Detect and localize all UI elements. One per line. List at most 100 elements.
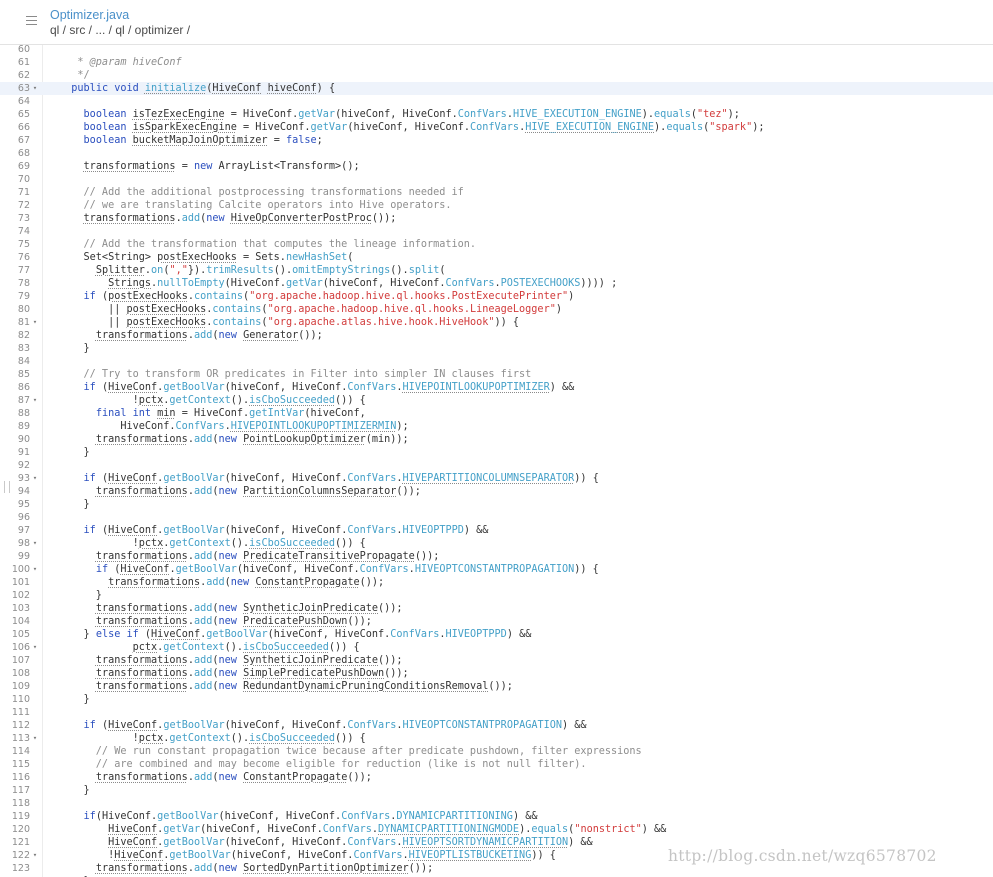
fold-arrow-icon[interactable]: ▾ [30, 82, 40, 95]
code-token: } [59, 785, 90, 796]
code-token: "org.apache.atlas.hive.hook.HiveHook" [267, 317, 495, 328]
code-token: HiveConf [108, 473, 158, 484]
code-line[interactable]: 79 if (postExecHooks.contains("org.apach… [0, 290, 993, 303]
code-line[interactable]: 114 // We run constant propagation twice… [0, 745, 993, 758]
code-editor[interactable]: 60 61 * @param hiveConf 62 */63 ▾ public vo… [0, 45, 993, 877]
code-line[interactable]: 70 [0, 173, 993, 186]
code-line[interactable]: 119 if(HiveConf.getBoolVar(hiveConf, Hiv… [0, 810, 993, 823]
code-line[interactable]: 73 transformations.add(new HiveOpConvert… [0, 212, 993, 225]
code-line[interactable]: 71 // Add the additional postprocessing … [0, 186, 993, 199]
code-token: if [83, 811, 96, 822]
code-line[interactable]: 94 transformations.add(new PartitionColu… [0, 485, 993, 498]
code-token: else if [95, 629, 145, 640]
code-line[interactable]: 104 transformations.add(new PredicatePus… [0, 615, 993, 628]
code-line[interactable]: 93 ▾ if (HiveConf.getBoolVar(hiveConf, Hi… [0, 472, 993, 485]
code-line[interactable]: 91 } [0, 446, 993, 459]
code-line[interactable]: 109 transformations.add(new RedundantDyn… [0, 680, 993, 693]
code-line[interactable]: 66 boolean isSparkExecEngine = HiveConf.… [0, 121, 993, 134]
code-line[interactable]: 78 Strings.nullToEmpty(HiveConf.getVar(h… [0, 277, 993, 290]
fold-arrow-icon[interactable]: ▾ [30, 641, 40, 654]
file-title[interactable]: Optimizer.java [50, 8, 129, 22]
code-line[interactable]: 68 [0, 147, 993, 160]
code-line[interactable]: 106 ▾ pctx.getContext().isCboSucceeded())… [0, 641, 993, 654]
code-line[interactable]: 98 ▾ !pctx.getContext().isCboSucceeded())… [0, 537, 993, 550]
code-line[interactable]: 69 transformations = new ArrayList<Trans… [0, 160, 993, 173]
code-line[interactable]: 76 Set<String> postExecHooks = Sets.newH… [0, 251, 993, 264]
code-token: ()) { [328, 642, 360, 653]
code-line[interactable]: 111 [0, 706, 993, 719]
fold-arrow-icon[interactable]: ▾ [30, 537, 40, 550]
code-line[interactable]: 99 transformations.add(new PredicateTran… [0, 550, 993, 563]
line-number: 65 [17, 109, 30, 120]
code-line[interactable]: 112 if (HiveConf.getBoolVar(hiveConf, Hi… [0, 719, 993, 732]
code-line[interactable]: 77 Splitter.on(","}).trimResults().omitE… [0, 264, 993, 277]
breadcrumb[interactable]: ql / src / ... / ql / optimizer / [50, 23, 190, 37]
code-line[interactable]: 86 if (HiveConf.getBoolVar(hiveConf, Hiv… [0, 381, 993, 394]
code-line[interactable]: 60 [0, 45, 993, 56]
hamburger-menu-icon[interactable] [26, 16, 37, 25]
code-line[interactable]: 64 [0, 95, 993, 108]
code-line[interactable]: 61 * @param hiveConf [0, 56, 993, 69]
code-line[interactable]: 80 || postExecHooks.contains("org.apache… [0, 303, 993, 316]
code-token: ); [727, 109, 740, 120]
code-line[interactable]: 87 ▾ !pctx.getContext().isCboSucceeded())… [0, 394, 993, 407]
code-text: !HiveConf.getBoolVar(hiveConf, HiveConf.… [59, 849, 556, 862]
code-token: HIVEPOINTLOOKUPOPTIMIZER [402, 382, 550, 393]
code-line[interactable]: 97 if (HiveConf.getBoolVar(hiveConf, Hiv… [0, 524, 993, 537]
code-line[interactable]: 84 [0, 355, 993, 368]
code-token: HiveConf [120, 564, 170, 575]
code-token: postExecHooks [126, 304, 207, 315]
code-line[interactable]: 108 transformations.add(new SimplePredic… [0, 667, 993, 680]
code-line[interactable]: 62 */ [0, 69, 993, 82]
fold-arrow-icon[interactable]: ▾ [30, 732, 40, 745]
fold-arrow-icon[interactable]: ▾ [30, 394, 40, 407]
code-line[interactable]: 103 transformations.add(new SyntheticJoi… [0, 602, 993, 615]
code-line[interactable]: 65 boolean isTezExecEngine = HiveConf.ge… [0, 108, 993, 121]
code-line[interactable]: 63 ▾ public void initialize(HiveConf hive… [0, 82, 993, 95]
code-text: Strings.nullToEmpty(HiveConf.getVar(hive… [59, 277, 617, 290]
fold-arrow-icon[interactable]: ▾ [30, 563, 40, 576]
code-line[interactable]: 83 } [0, 342, 993, 355]
code-text: transformations.add(new PartitionColumns… [59, 485, 421, 498]
code-token: ) && [568, 837, 593, 848]
code-line[interactable]: 75 // Add the transformation that comput… [0, 238, 993, 251]
code-line[interactable]: 118 [0, 797, 993, 810]
code-line[interactable]: 110 } [0, 693, 993, 706]
code-line[interactable]: 89 HiveConf.ConfVars.HIVEPOINTLOOKUPOPTI… [0, 420, 993, 433]
code-line[interactable]: 82 transformations.add(new Generator()); [0, 329, 993, 342]
code-line[interactable]: 121 HiveConf.getBoolVar(hiveConf, HiveCo… [0, 836, 993, 849]
fold-arrow-icon[interactable]: ▾ [30, 472, 40, 485]
code-token: split [408, 265, 440, 276]
code-line[interactable]: 90 transformations.add(new PointLookupOp… [0, 433, 993, 446]
code-token: new [218, 863, 244, 874]
code-line[interactable]: 72 // we are translating Calcite operato… [0, 199, 993, 212]
fold-arrow-icon[interactable]: ▾ [30, 316, 40, 329]
code-line[interactable]: 85 // Try to transform OR predicates in … [0, 368, 993, 381]
code-line[interactable]: 115 // are combined and may become eligi… [0, 758, 993, 771]
code-line[interactable]: 96 [0, 511, 993, 524]
code-line[interactable]: 81 ▾ || postExecHooks.contains("org.apach… [0, 316, 993, 329]
code-line[interactable]: 120 HiveConf.getVar(hiveConf, HiveConf.C… [0, 823, 993, 836]
code-line[interactable]: 123 transformations.add(new SortedDynPar… [0, 862, 993, 875]
code-line[interactable]: 107 transformations.add(new SyntheticJoi… [0, 654, 993, 667]
code-line[interactable]: 74 [0, 225, 993, 238]
code-text: if (HiveConf.getBoolVar(hiveConf, HiveCo… [59, 381, 575, 394]
code-line[interactable]: 116 transformations.add(new ConstantProp… [0, 771, 993, 784]
code-line[interactable]: 95 } [0, 498, 993, 511]
code-line[interactable]: 92 [0, 459, 993, 472]
code-line[interactable]: 101 transformations.add(new ConstantProp… [0, 576, 993, 589]
code-token: PointLookupOptimizer [243, 434, 366, 445]
code-line[interactable]: 122 ▾ !HiveConf.getBoolVar(hiveConf, Hive… [0, 849, 993, 862]
code-line[interactable]: 117 } [0, 784, 993, 797]
code-line[interactable]: 67 boolean bucketMapJoinOptimizer = fals… [0, 134, 993, 147]
code-line[interactable]: 102 } [0, 589, 993, 602]
fold-arrow-icon[interactable]: ▾ [30, 849, 40, 862]
code-line[interactable]: 113 ▾ !pctx.getContext().isCboSucceeded()… [0, 732, 993, 745]
code-line[interactable]: 100 ▾ if (HiveConf.getBoolVar(hiveConf, H… [0, 563, 993, 576]
code-line[interactable]: 105 } else if (HiveConf.getBoolVar(hiveC… [0, 628, 993, 641]
code-token: transformations [95, 863, 188, 874]
code-line[interactable]: 88 final int min = HiveConf.getIntVar(hi… [0, 407, 993, 420]
